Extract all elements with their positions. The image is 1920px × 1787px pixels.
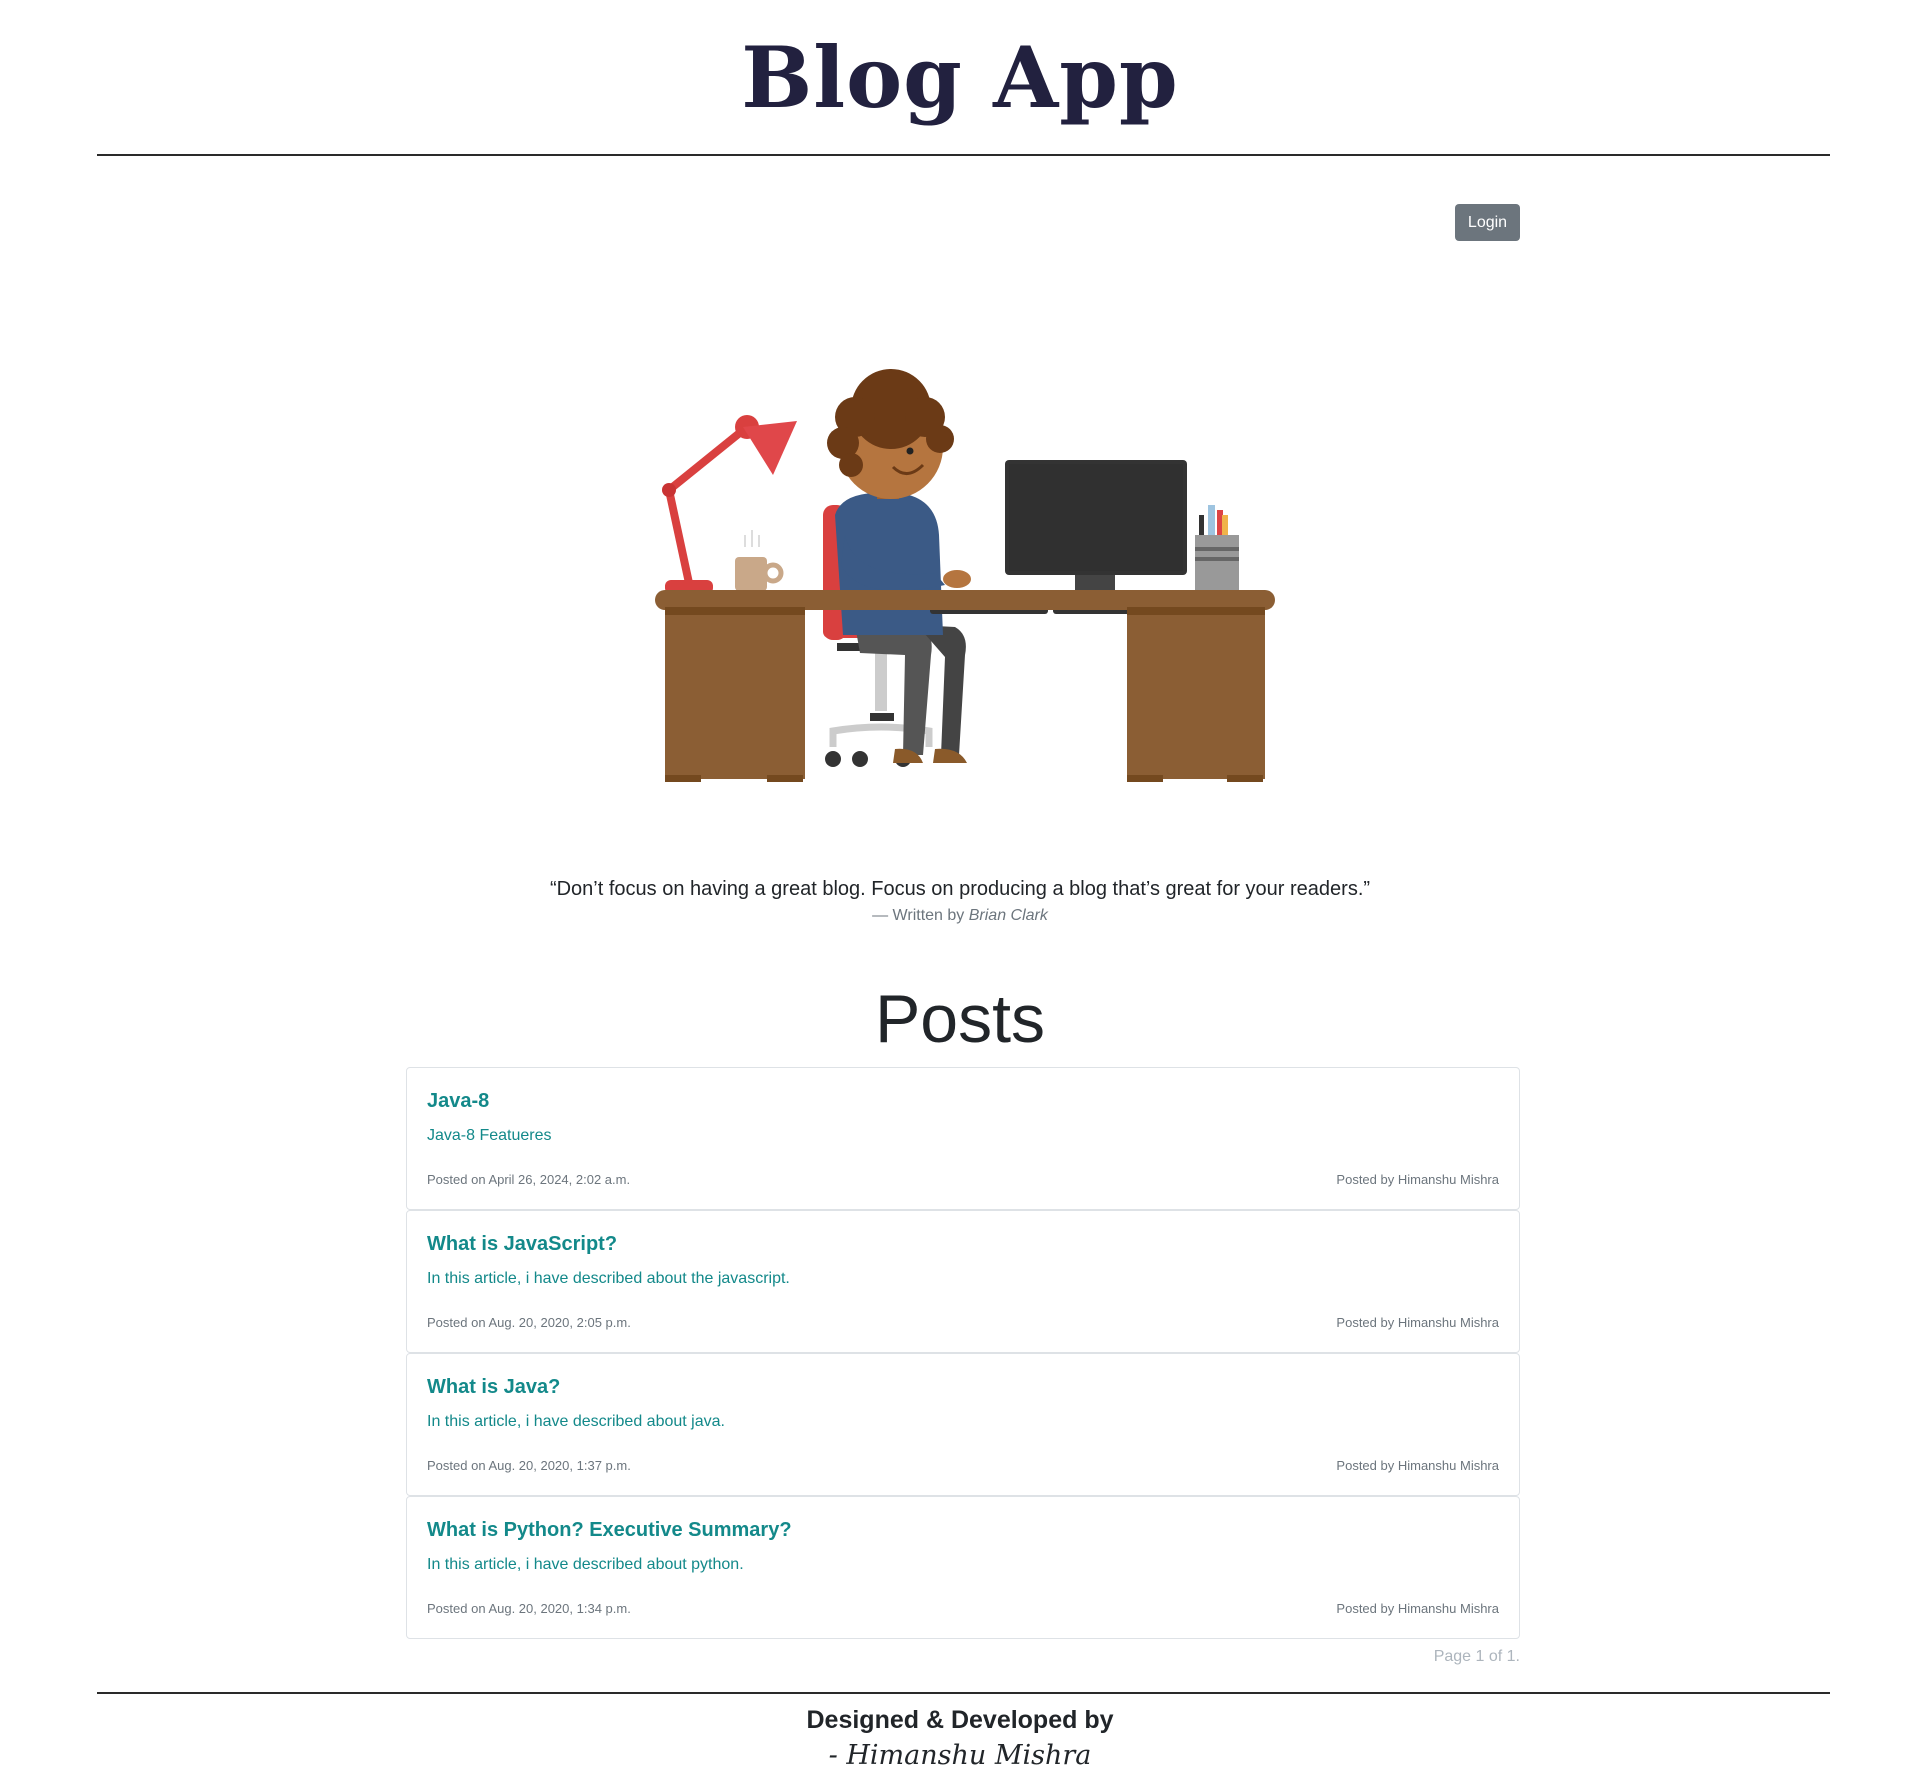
post-summary: Java-8 Featueres xyxy=(427,1127,552,1144)
site-title: Blog App xyxy=(741,28,1179,127)
post-title-link[interactable]: What is Java? xyxy=(427,1376,1499,1399)
post-title-link[interactable]: What is Python? Executive Summary? xyxy=(427,1519,1499,1542)
quote-text: “Don’t focus on having a great blog. Foc… xyxy=(549,878,1371,900)
post-date: Posted on Aug. 20, 2020, 2:05 p.m. xyxy=(427,1315,631,1330)
pagination-status: Page 1 of 1. xyxy=(1433,1648,1520,1665)
post-date: Posted on Aug. 20, 2020, 1:37 p.m. xyxy=(427,1458,631,1473)
posts-heading: Posts xyxy=(874,981,1046,1057)
post-card: Java-8 Java-8 Featueres Posted on April … xyxy=(406,1067,1520,1210)
person-icon xyxy=(827,369,971,763)
pencil-cup-icon xyxy=(1195,505,1239,591)
post-card: What is Java? In this article, i have de… xyxy=(406,1353,1520,1496)
footer-credit: Designed & Developed by xyxy=(806,1706,1114,1734)
footer-author-signature: - Himanshu Mishra xyxy=(828,1740,1092,1771)
post-card: What is JavaScript? In this article, i h… xyxy=(406,1210,1520,1353)
desk-illustration xyxy=(655,369,1275,782)
post-author: Posted by Himanshu Mishra xyxy=(1336,1172,1499,1187)
coffee-mug-icon xyxy=(735,530,784,591)
quote-author: Brian Clark xyxy=(968,907,1048,924)
post-date: Posted on Aug. 20, 2020, 1:34 p.m. xyxy=(427,1601,631,1616)
post-author: Posted by Himanshu Mishra xyxy=(1336,1315,1499,1330)
post-summary: In this article, i have described about … xyxy=(427,1413,725,1430)
post-author: Posted by Himanshu Mishra xyxy=(1336,1601,1499,1616)
quote-attribution: — Written by Brian Clark xyxy=(0,907,1920,925)
post-title-link[interactable]: What is JavaScript? xyxy=(427,1233,1499,1256)
quote-prefix: — Written by xyxy=(872,907,969,924)
quote-block: “Don’t focus on having a great blog. Foc… xyxy=(0,878,1920,925)
desk-icon xyxy=(655,590,1275,782)
post-card: What is Python? Executive Summary? In th… xyxy=(406,1496,1520,1639)
post-summary: In this article, i have described about … xyxy=(427,1270,790,1287)
footer-divider xyxy=(97,1692,1830,1694)
posts-list: Java-8 Java-8 Featueres Posted on April … xyxy=(406,1067,1520,1639)
post-author: Posted by Himanshu Mishra xyxy=(1336,1458,1499,1473)
login-button[interactable]: Login xyxy=(1455,204,1520,241)
post-summary: In this article, i have described about … xyxy=(427,1556,744,1573)
post-title-link[interactable]: Java-8 xyxy=(427,1090,1499,1113)
header-divider xyxy=(97,154,1830,156)
post-date: Posted on April 26, 2024, 2:02 a.m. xyxy=(427,1172,631,1187)
